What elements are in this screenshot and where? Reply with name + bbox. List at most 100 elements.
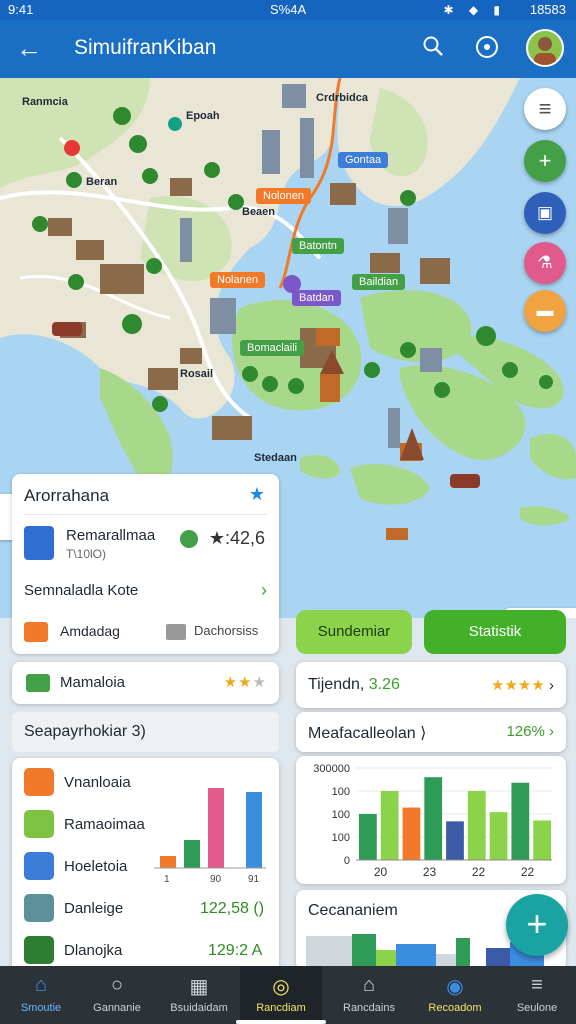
avatar[interactable] xyxy=(526,29,564,67)
chart-bar xyxy=(489,812,508,860)
monument-icon xyxy=(24,526,54,560)
y-tick-label: 0 xyxy=(344,855,350,867)
map-label-beran: Beran xyxy=(86,176,118,188)
map-label-ranmcia: Ranmcia xyxy=(22,96,68,108)
money-icon xyxy=(26,674,50,692)
x-tick-label: 22 xyxy=(521,865,535,879)
chart-bar xyxy=(424,777,443,860)
mini-tick: 91 xyxy=(248,874,260,885)
chart-bar xyxy=(446,821,464,860)
stat-row-2[interactable]: Meafacalleolan ⟩ 126% › xyxy=(296,712,566,752)
stat-stars: ★★★★ › xyxy=(491,677,554,694)
map-tag-batdan[interactable]: Batdan xyxy=(292,290,341,306)
nav-houses[interactable]: ⌂ Rancdains xyxy=(328,966,410,1024)
leaf-icon xyxy=(24,936,54,964)
x-tick-label: 23 xyxy=(423,865,437,879)
grid-icon xyxy=(24,768,54,796)
add-fab-button[interactable]: + xyxy=(506,894,568,956)
chart-bar xyxy=(467,791,486,860)
chevron-right-icon[interactable]: › xyxy=(261,580,267,601)
map-tag-bomaclaili[interactable]: Bomaclaili xyxy=(240,340,305,356)
compass-icon[interactable] xyxy=(474,35,500,61)
bar-chart: 300000 100 100 100 0 20 23 22 22 xyxy=(313,763,552,879)
chart-bar xyxy=(533,820,551,860)
chart-bar xyxy=(380,791,399,860)
rating-row[interactable]: Mamaloia ★★★ xyxy=(12,662,279,704)
map-tag-gontaa[interactable]: Gontaa xyxy=(338,152,389,168)
location-pin-icon xyxy=(180,530,198,548)
building-icon: ▦ xyxy=(189,976,209,998)
category-list: Vnanloaia Ramaoimaa Hoeletoia Danleige 1… xyxy=(12,758,279,978)
y-tick-label: 100 xyxy=(332,832,350,844)
favorite-star-icon[interactable]: ★ xyxy=(249,484,265,505)
map-label-rosail: Rosail xyxy=(180,368,214,380)
home-indicator xyxy=(236,1020,326,1024)
back-arrow-icon[interactable]: ← xyxy=(16,34,44,62)
building-icon xyxy=(24,894,54,922)
action-two[interactable]: Dachorsiss xyxy=(194,623,258,638)
flask-icon[interactable]: ⚗ xyxy=(524,242,566,284)
chart-bar xyxy=(359,814,377,860)
status-bar: 9:41 S%4A ✱ ◆ ▮ 18583 xyxy=(0,0,576,20)
mini-tick: 90 xyxy=(210,874,222,885)
place-subtitle: T\10lO) xyxy=(66,547,107,561)
stat-label-2: Meafacalleolan ⟩ xyxy=(308,725,427,742)
nav-search[interactable]: ○ Gannanie xyxy=(76,966,158,1024)
secondary-chart-title: Cecananiem xyxy=(308,902,398,919)
mail-icon xyxy=(166,624,186,640)
place-rating: ★:42,6 xyxy=(208,528,265,548)
x-tick-label: 20 xyxy=(374,865,388,879)
stat-value-2: 126% › xyxy=(506,723,554,740)
map-label-epoah: Epoah xyxy=(186,110,220,122)
action-one[interactable]: Amdadag xyxy=(60,623,120,639)
app-bar: ← SimuifranKiban xyxy=(0,20,576,78)
place-info-card[interactable]: Arorrahana ★ Remarallmaa T\10lO) ★:42,6 … xyxy=(12,474,279,654)
simulate-button[interactable]: Sundemiar xyxy=(296,610,412,654)
stat-label: Tijendn, 3.26 xyxy=(308,676,400,693)
app-title: SimuifranKiban xyxy=(74,36,217,59)
map-label-stedaan: Stedaan xyxy=(254,452,297,464)
stat-row[interactable]: Tijendn, 3.26 ★★★★ › xyxy=(296,662,566,708)
bar-chart-card: 300000 100 100 100 0 20 23 22 22 xyxy=(296,756,566,884)
nav-records[interactable]: ◉ Recoadom xyxy=(414,966,496,1024)
section-header: Seapayrhokiar 3) xyxy=(12,712,279,752)
add-icon[interactable]: + xyxy=(524,140,566,182)
map-tag-nolanen[interactable]: Nolanen xyxy=(210,272,265,288)
city-link[interactable]: Semnaladla Kote xyxy=(24,582,138,599)
y-tick-label: 100 xyxy=(332,809,350,821)
nav-compass[interactable]: ◎ Rancdiam xyxy=(240,966,322,1024)
list-item[interactable]: Danleige 122,58 () xyxy=(24,894,269,922)
search-icon: ○ xyxy=(110,974,124,996)
statistics-button[interactable]: Statistik xyxy=(424,610,566,654)
bottom-navigation: ⌂ Smoutie ○ Gannanie ▦ Bsuidaidam ◎ Ranc… xyxy=(0,966,576,1024)
calendar-icon[interactable]: ▣ xyxy=(524,192,566,234)
list-item[interactable]: Dlanojka 129:2 A xyxy=(24,936,269,964)
y-tick-label: 100 xyxy=(332,786,350,798)
map-tag-baildian[interactable]: Baildian xyxy=(352,274,406,290)
menu-icon[interactable]: ≡ xyxy=(524,88,566,130)
section-title: Seapayrhokiar 3) xyxy=(24,723,146,740)
list-value: 129:2 A xyxy=(208,942,263,959)
card-title: Arorrahana xyxy=(24,486,110,505)
mini-bar xyxy=(208,788,224,868)
nav-home[interactable]: ⌂ Smoutie xyxy=(0,966,82,1024)
x-tick-label: 22 xyxy=(472,865,486,879)
status-time: 9:41 xyxy=(8,2,34,17)
map-tag-batontn[interactable]: Batontn xyxy=(292,238,344,254)
nav-menu[interactable]: ≡ Seulone xyxy=(496,966,576,1024)
compass-icon: ◎ xyxy=(272,976,290,998)
map-label-beaen: Beaen xyxy=(242,206,276,218)
bed-icon[interactable]: ▬ xyxy=(524,290,566,332)
map-label-crdrbidca: Crdrbidca xyxy=(316,92,368,104)
menu-icon: ≡ xyxy=(531,974,543,996)
chart-bar xyxy=(402,807,421,860)
map-tag-nolonen[interactable]: Nolonen xyxy=(256,188,311,204)
search-icon[interactable] xyxy=(420,35,446,61)
status-right-text: 18583 xyxy=(529,2,566,17)
system-icons: ✱ ◆ ▮ xyxy=(443,3,506,17)
mini-bar-chart: 1 90 91 xyxy=(154,788,266,885)
ticket-icon xyxy=(24,622,48,642)
nav-buildings[interactable]: ▦ Bsuidaidam xyxy=(158,966,240,1024)
mini-tick: 1 xyxy=(164,874,170,885)
clock-icon: ◉ xyxy=(446,976,464,998)
